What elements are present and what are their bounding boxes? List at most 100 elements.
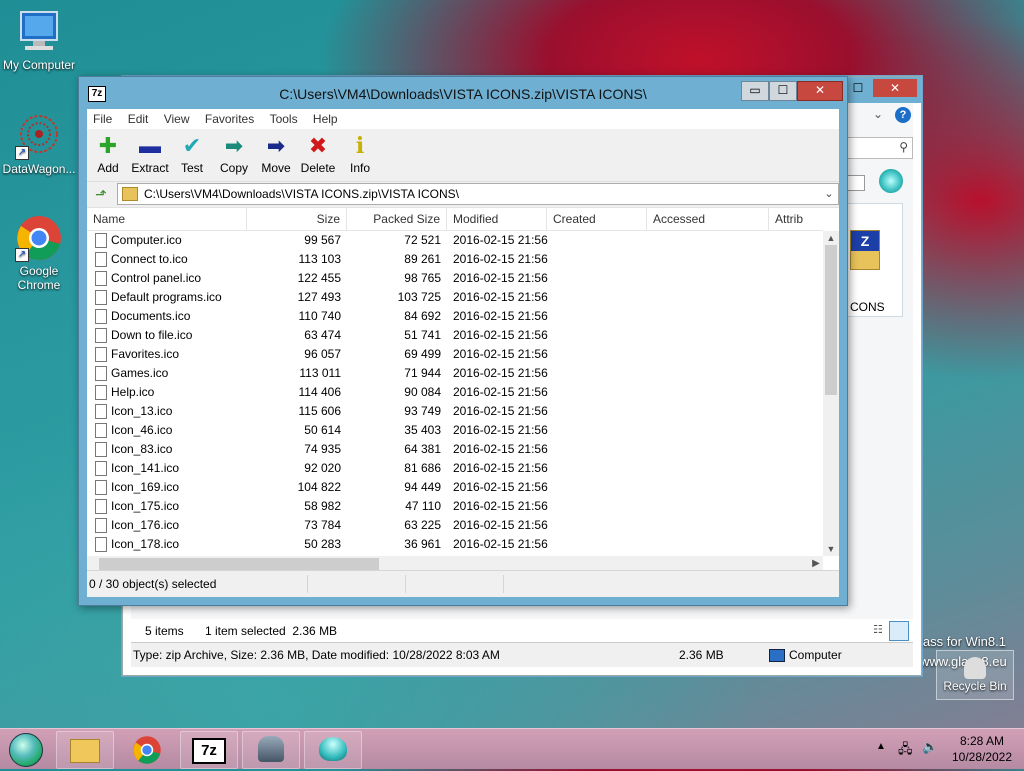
vertical-scrollbar[interactable]: ▲ ▼ xyxy=(823,231,839,556)
table-row[interactable]: Icon_178.ico 50 283 36 961 2016-02-15 21:56 xyxy=(87,535,823,554)
table-row[interactable]: Control panel.ico 122 455 98 765 2016-02-15… xyxy=(87,269,823,288)
table-row[interactable]: Default programs.ico 127 493 103 725 2016-0… xyxy=(87,288,823,307)
move-button[interactable]: ➡ Move xyxy=(255,131,297,175)
scroll-up-icon[interactable]: ▲ xyxy=(823,231,839,245)
copy-button[interactable]: ➡ Copy xyxy=(213,131,255,175)
help-button[interactable]: ? xyxy=(895,107,911,123)
computer-small-icon xyxy=(769,649,785,662)
explorer-details-bar: Type: zip Archive, Size: 2.36 MB, Date m… xyxy=(131,642,913,667)
show-hidden-icons-icon[interactable]: ▲ xyxy=(876,741,886,752)
column-size[interactable]: Size xyxy=(247,208,347,230)
table-row[interactable]: Favorites.ico 96 057 69 499 2016-02-15 21:5… xyxy=(87,345,823,364)
volume-icon[interactable]: 🔈 xyxy=(922,739,938,755)
taskbar-7zip[interactable]: 7z xyxy=(180,731,238,769)
column-modified[interactable]: Modified xyxy=(447,208,547,230)
table-row[interactable]: Games.ico 113 011 71 944 2016-02-15 21:56 xyxy=(87,364,823,383)
check-icon: ✔ xyxy=(182,133,202,158)
search-box[interactable]: ⚲ xyxy=(847,137,913,159)
menu-favorites[interactable]: Favorites xyxy=(199,109,260,129)
network-icon[interactable]: 🖧 xyxy=(898,740,913,762)
folder-icon xyxy=(70,739,100,763)
column-accessed[interactable]: Accessed xyxy=(647,208,769,230)
zip-file-icon-partial[interactable]: Z CONS xyxy=(841,203,903,317)
taskbar-chrome[interactable] xyxy=(118,731,176,769)
file-size: 127 493 xyxy=(297,290,341,304)
file-icon xyxy=(95,385,107,400)
up-folder-icon[interactable]: ⬏ xyxy=(93,186,109,202)
file-packed-size: 64 381 xyxy=(404,442,441,456)
vertical-scroll-thumb[interactable] xyxy=(825,245,837,395)
desktop-icon-google-chrome[interactable]: ↗ Google Chrome xyxy=(0,214,78,292)
file-modified: 2016-02-15 21:56 xyxy=(453,328,548,342)
table-row[interactable]: Icon_46.ico 50 614 35 403 2016-02-15 21:56 xyxy=(87,421,823,440)
large-icons-view-icon[interactable] xyxy=(889,621,909,641)
table-row[interactable]: Icon_175.ico 58 982 47 110 2016-02-15 21:56 xyxy=(87,497,823,516)
close-button[interactable]: ✕ xyxy=(797,81,843,101)
desktop-icon-label: My Computer xyxy=(2,58,76,72)
file-name: Down to file.ico xyxy=(111,328,193,342)
info-label: Info xyxy=(349,161,370,175)
horizontal-scroll-thumb[interactable] xyxy=(99,558,379,570)
clock[interactable]: 8:28 AM 10/28/2022 xyxy=(944,733,1020,765)
test-button[interactable]: ✔ Test xyxy=(171,131,213,175)
file-size: 99 567 xyxy=(304,233,341,247)
add-label: Add xyxy=(97,161,119,175)
desktop-icon-datawagon[interactable]: ↗ DataWagon... xyxy=(0,112,78,176)
maximize-button[interactable]: ☐ xyxy=(769,81,797,101)
start-button[interactable] xyxy=(6,731,46,767)
minimize-button[interactable]: ▭ xyxy=(741,81,769,101)
file-name: Icon_13.ico xyxy=(111,404,173,418)
table-row[interactable]: Computer.ico 99 567 72 521 2016-02-15 21:56 xyxy=(87,231,823,250)
scroll-down-icon[interactable]: ▼ xyxy=(823,542,839,556)
taskbar-glass8[interactable] xyxy=(304,731,362,769)
table-row[interactable]: Icon_169.ico 104 822 94 449 2016-02-15 21:5… xyxy=(87,478,823,497)
file-packed-size: 98 765 xyxy=(404,271,441,285)
file-name: Icon_169.ico xyxy=(111,480,180,494)
menu-edit[interactable]: Edit xyxy=(122,109,155,129)
explorer-maximize-button[interactable]: ☐ xyxy=(845,79,871,97)
delete-button[interactable]: ✖ Delete xyxy=(297,131,339,175)
file-size: 73 784 xyxy=(304,518,341,532)
explorer-ribbon-expand[interactable]: ⌄ xyxy=(869,107,887,125)
table-row[interactable]: Icon_141.ico 92 020 81 686 2016-02-15 21:56 xyxy=(87,459,823,478)
table-row[interactable]: Help.ico 114 406 90 084 2016-02-15 21:56 xyxy=(87,383,823,402)
file-size: 110 740 xyxy=(298,309,342,323)
file-packed-size: 93 749 xyxy=(404,404,441,418)
file-icon xyxy=(95,537,107,552)
file-list[interactable]: Name Size Packed Size Modified Created A… xyxy=(87,207,839,572)
file-size: 115 606 xyxy=(298,404,342,418)
menu-file[interactable]: File xyxy=(87,109,118,129)
column-attrib[interactable]: Attrib xyxy=(769,208,829,230)
info-button[interactable]: i Info xyxy=(339,131,381,175)
column-name[interactable]: Name xyxy=(87,208,247,230)
table-row[interactable]: Down to file.ico 63 474 51 741 2016-02-15 2… xyxy=(87,326,823,345)
address-path: C:\Users\VM4\Downloads\VISTA ICONS.zip\V… xyxy=(144,187,459,201)
file-name: Favorites.ico xyxy=(111,347,180,361)
column-created[interactable]: Created xyxy=(547,208,647,230)
table-row[interactable]: Icon_83.ico 74 935 64 381 2016-02-15 21:56 xyxy=(87,440,823,459)
file-list-body: Computer.ico 99 567 72 521 2016-02-15 21:56… xyxy=(87,231,823,556)
add-button[interactable]: ✚ Add xyxy=(87,131,129,175)
column-packed-size[interactable]: Packed Size xyxy=(347,208,447,230)
file-size: 113 103 xyxy=(298,252,342,266)
move-label: Move xyxy=(261,161,291,175)
taskbar-app-chess[interactable] xyxy=(242,731,300,769)
selected-info: 1 item selected 2.36 MB xyxy=(205,624,338,638)
address-field[interactable]: C:\Users\VM4\Downloads\VISTA ICONS.zip\V… xyxy=(117,183,839,205)
menu-view[interactable]: View xyxy=(158,109,196,129)
menu-help[interactable]: Help xyxy=(307,109,344,129)
details-view-icon[interactable]: ☷ xyxy=(873,623,887,637)
desktop-icon-my-computer[interactable]: My Computer xyxy=(0,8,78,72)
table-row[interactable]: Connect to.ico 113 103 89 261 2016-02-15 21… xyxy=(87,250,823,269)
chevron-down-icon[interactable]: ⌄ xyxy=(822,184,836,204)
table-row[interactable]: Icon_13.ico 115 606 93 749 2016-02-15 21:56 xyxy=(87,402,823,421)
taskbar-file-explorer[interactable] xyxy=(56,731,114,769)
table-row[interactable]: Documents.ico 110 740 84 692 2016-02-15 21:… xyxy=(87,307,823,326)
menu-bar: File Edit View Favorites Tools Help xyxy=(87,109,839,129)
explorer-close-button[interactable]: ✕ xyxy=(873,79,917,97)
menu-tools[interactable]: Tools xyxy=(264,109,304,129)
desktop-icon-recycle-bin[interactable]: Recycle Bin xyxy=(936,650,1014,700)
7zip-window[interactable]: 7z C:\Users\VM4\Downloads\VISTA ICONS.zi… xyxy=(78,76,848,606)
extract-button[interactable]: ▬ Extract xyxy=(129,131,171,175)
table-row[interactable]: Icon_176.ico 73 784 63 225 2016-02-15 21:56 xyxy=(87,516,823,535)
